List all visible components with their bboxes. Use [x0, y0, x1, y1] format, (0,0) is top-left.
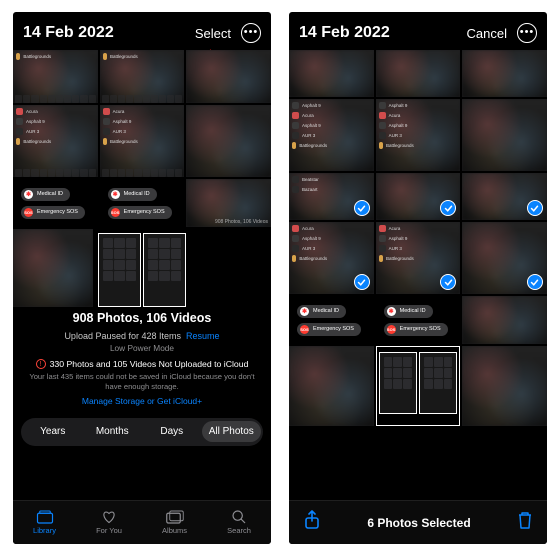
check-icon — [440, 274, 456, 290]
grid-thumb[interactable]: Asphalt 9 Acura Asphalt 9 AUR 3 Battlegr… — [289, 99, 374, 171]
phone-left: 14 Feb 2022 Select ••• Battlegrounds — [13, 12, 271, 544]
grid-thumb[interactable]: ✱Medical ID SOSEmergency SOS — [289, 296, 374, 344]
grid-thumb[interactable] — [186, 50, 271, 103]
grid-thumb[interactable] — [462, 296, 547, 344]
check-icon — [527, 274, 543, 290]
selection-count: 6 Photos Selected — [367, 516, 470, 530]
search-icon — [230, 510, 248, 524]
grid-thumb[interactable] — [376, 346, 461, 426]
screenshot-thumb[interactable] — [143, 233, 186, 307]
manage-storage-link[interactable]: Manage Storage or Get iCloud+ — [23, 396, 261, 406]
tab-albums[interactable]: Albums — [162, 510, 187, 535]
select-button[interactable]: Select — [195, 26, 231, 41]
summary-title: 908 Photos, 106 Videos — [23, 311, 261, 325]
grid-thumb[interactable]: 908 Photos, 106 Videos — [186, 179, 271, 227]
tab-bar: Library For You Albums Search — [13, 500, 271, 544]
tab-search[interactable]: Search — [227, 510, 251, 535]
phone-right: 14 Feb 2022 Cancel ••• Asphalt 9 Acura A… — [289, 12, 547, 544]
grid-thumb-selected[interactable]: Beatstar Bazaart — [289, 173, 374, 220]
library-summary: 908 Photos, 106 Videos Upload Paused for… — [13, 307, 271, 412]
selection-toolbar: 6 Photos Selected — [289, 500, 547, 544]
more-icon[interactable]: ••• — [517, 23, 537, 43]
grid-thumb[interactable] — [376, 50, 461, 97]
grid-thumb-selected[interactable] — [462, 222, 547, 294]
trash-icon[interactable] — [517, 511, 533, 534]
grid-thumb[interactable]: Acura Asphalt 9 AUR 3 Battlegrounds — [13, 105, 98, 177]
view-segmented-control[interactable]: Years Months Days All Photos — [21, 418, 263, 446]
photo-grid: Battlegrounds Battlegrounds Acura Asphal… — [13, 50, 271, 227]
seg-months[interactable]: Months — [83, 421, 143, 442]
grid-thumb-selected[interactable] — [376, 173, 461, 220]
check-icon — [527, 200, 543, 216]
screenshot-thumb[interactable] — [98, 233, 141, 307]
grid-thumb[interactable] — [289, 346, 374, 426]
tab-for-you[interactable]: For You — [96, 510, 122, 535]
heart-icon — [100, 510, 118, 524]
grid-thumb[interactable] — [462, 99, 547, 171]
seg-all-photos[interactable]: All Photos — [202, 421, 262, 442]
seg-days[interactable]: Days — [142, 421, 202, 442]
grid-empty — [191, 229, 271, 307]
grid-thumb[interactable] — [289, 50, 374, 97]
grid-thumb[interactable]: Asphalt 9 Acura Asphalt 9 AUR 3 Battlegr… — [376, 99, 461, 171]
grid-thumb[interactable]: Battlegrounds — [100, 50, 185, 103]
warning-icon: ! — [36, 359, 46, 369]
grid-thumb-selected[interactable]: Acura Asphalt 9 AUR 3 Battlegrounds — [289, 222, 374, 294]
grid-thumb[interactable]: ✱Medical ID SOSEmergency SOS — [100, 179, 185, 227]
caption-tiny: 908 Photos, 106 Videos — [215, 219, 268, 225]
grid-thumb[interactable]: Acura Asphalt 9 AUR 3 Battlegrounds — [100, 105, 185, 177]
grid-thumb-selected[interactable]: Acura Asphalt 9 AUR 3 Battlegrounds — [376, 222, 461, 294]
grid-thumb[interactable]: Battlegrounds — [13, 50, 98, 103]
grid-thumb[interactable] — [462, 50, 547, 97]
photo-grid: Asphalt 9 Acura Asphalt 9 AUR 3 Battlegr… — [289, 50, 547, 426]
check-icon — [354, 274, 370, 290]
grid-thumb-selected[interactable] — [462, 173, 547, 220]
library-icon — [36, 510, 54, 524]
grid-thumb[interactable]: ✱Medical ID SOSEmergency SOS — [376, 296, 461, 344]
date-label: 14 Feb 2022 — [23, 24, 114, 42]
resume-link[interactable]: Resume — [186, 331, 220, 341]
grid-thumb[interactable] — [462, 346, 547, 426]
grid-thumb[interactable]: ✱Medical ID SOSEmergency SOS — [13, 179, 98, 227]
check-icon — [354, 200, 370, 216]
albums-icon — [166, 510, 184, 524]
tab-library[interactable]: Library — [33, 510, 56, 535]
header: 14 Feb 2022 Cancel ••• — [289, 12, 547, 50]
grid-thumb[interactable] — [13, 229, 93, 307]
grid-thumb[interactable] — [186, 105, 271, 177]
header: 14 Feb 2022 Select ••• — [13, 12, 271, 50]
cancel-button[interactable]: Cancel — [467, 26, 507, 41]
seg-years[interactable]: Years — [23, 421, 83, 442]
date-label: 14 Feb 2022 — [299, 24, 390, 42]
more-icon[interactable]: ••• — [241, 23, 261, 43]
check-icon — [440, 200, 456, 216]
share-icon[interactable] — [303, 510, 321, 535]
